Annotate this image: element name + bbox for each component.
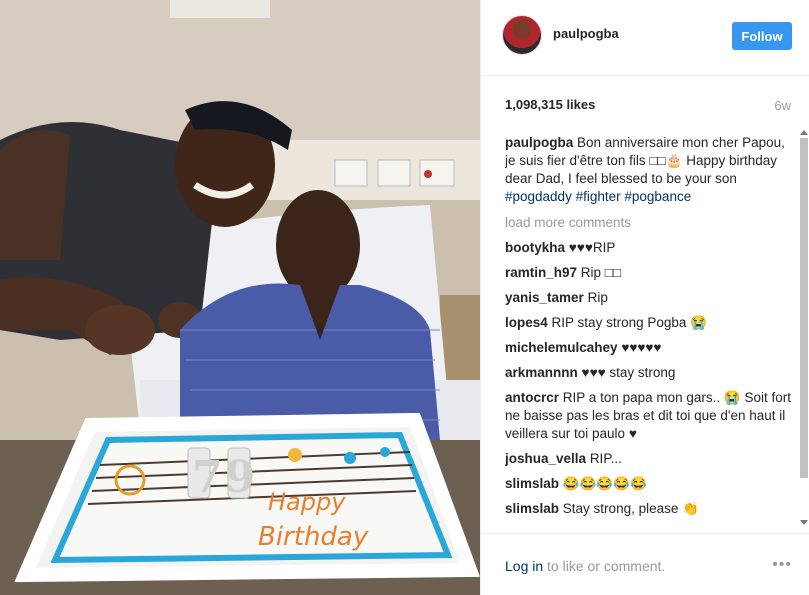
follow-button[interactable]: Follow — [732, 22, 792, 50]
load-more-comments[interactable]: load more comments — [505, 214, 793, 232]
caption: paulpogba Bon anniversaire mon cher Papo… — [505, 134, 793, 206]
login-prompt: Log in to like or comment. — [505, 558, 665, 574]
comment-text: Rip — [587, 290, 608, 305]
comment-username[interactable]: lopes4 — [505, 315, 548, 330]
comment-item: ramtin_h97 Rip □□ — [505, 264, 793, 282]
comment-username[interactable]: arkmannnn — [505, 365, 578, 380]
comment-item: bootykha ♥♥♥RIP — [505, 239, 793, 257]
more-options-icon[interactable]: ••• — [772, 556, 792, 574]
scroll-up-arrow-icon[interactable] — [800, 130, 808, 135]
comments-scrollbar[interactable] — [799, 130, 809, 525]
comment-text: ♥♥♥RIP — [568, 240, 616, 255]
post-side-panel: paulpogba Follow 1,098,315 likes 6w paul… — [480, 0, 809, 595]
comment-item: antocrcr RIP a ton papa mon gars.. 😭 Soi… — [505, 389, 793, 443]
comment-item: michelemulcahey ♥♥♥♥♥ — [505, 339, 793, 357]
comment-text: RIP stay strong Pogba 😭 — [551, 315, 707, 330]
comment-text: 😂😂😂😂😂 — [562, 476, 647, 491]
post-age[interactable]: 6w — [774, 98, 791, 113]
comment-username[interactable]: antocrcr — [505, 390, 559, 405]
cake-writing-birthday: Birthday — [258, 522, 369, 552]
comment-item: joshua_vella RIP... — [505, 450, 793, 468]
comment-item: slimslab 😂😂😂😂😂 — [505, 475, 793, 493]
cake-writing-happy: Happy — [268, 488, 346, 516]
scroll-down-arrow-icon[interactable] — [800, 520, 808, 525]
comment-username[interactable]: joshua_vella — [505, 451, 586, 466]
hashtag-fighter[interactable]: #fighter — [576, 189, 621, 204]
avatar[interactable] — [502, 15, 542, 55]
comment-text: Stay strong, please 👏 — [562, 501, 699, 516]
comment-item: yanis_tamer Rip — [505, 289, 793, 307]
header-username[interactable]: paulpogba — [553, 26, 619, 41]
hashtag-pogbance[interactable]: #pogbance — [624, 189, 691, 204]
comments-list[interactable]: paulpogba Bon anniversaire mon cher Papo… — [505, 134, 793, 526]
comment-text: RIP... — [589, 451, 622, 466]
comment-item: slimslab Stay strong, please 👏 — [505, 500, 793, 518]
hashtag-pogdaddy[interactable]: #pogdaddy — [505, 189, 572, 204]
comment-text: ♥♥♥♥♥ — [621, 340, 662, 355]
post-header: paulpogba Follow — [481, 0, 809, 76]
comment-username[interactable]: slimslab — [505, 476, 559, 491]
comment-text: Rip □□ — [580, 265, 622, 280]
post-footer: Log in to like or comment. ••• — [481, 533, 809, 595]
comment-username[interactable]: slimslab — [505, 501, 559, 516]
likes-count[interactable]: 1,098,315 likes — [505, 97, 595, 112]
photo-illustration: 79 Happy Birthday — [0, 0, 480, 595]
comment-username[interactable]: ramtin_h97 — [505, 265, 577, 280]
comment-username[interactable]: bootykha — [505, 240, 565, 255]
login-link[interactable]: Log in — [505, 558, 543, 574]
candle-number: 79 — [192, 452, 257, 503]
scroll-thumb[interactable] — [800, 138, 808, 478]
comment-item: lopes4 RIP stay strong Pogba 😭 — [505, 314, 793, 332]
comment-username[interactable]: michelemulcahey — [505, 340, 618, 355]
comment-text: ♥♥♥ stay strong — [581, 365, 676, 380]
comment-item: arkmannnn ♥♥♥ stay strong — [505, 364, 793, 382]
login-prompt-rest: to like or comment. — [543, 558, 666, 574]
caption-username[interactable]: paulpogba — [505, 135, 573, 150]
comment-username[interactable]: yanis_tamer — [505, 290, 584, 305]
post-photo[interactable]: 79 Happy Birthday — [0, 0, 480, 595]
